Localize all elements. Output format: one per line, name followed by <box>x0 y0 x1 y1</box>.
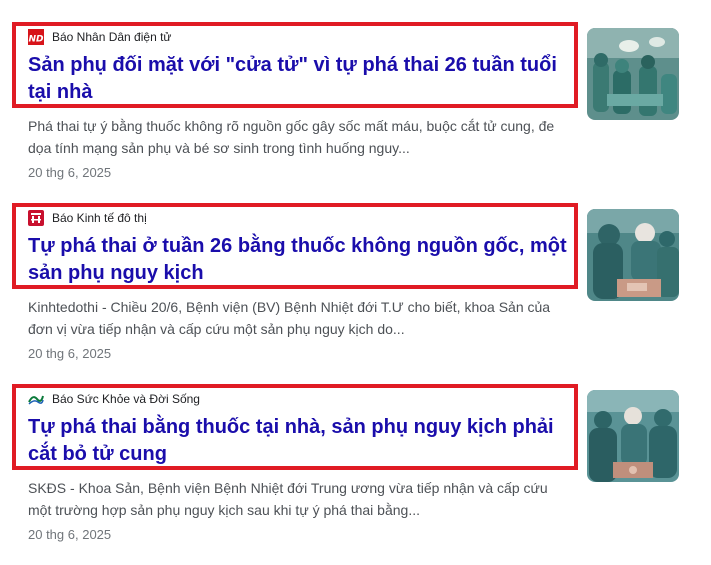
source-name: Báo Sức Khỏe và Đời Sống <box>52 392 200 406</box>
news-result-card: Báo Kinh tế đô thị Tự phá thai ở tuần 26… <box>0 181 711 362</box>
suc-khoe-doi-song-logo-icon <box>28 391 44 407</box>
thumbnail-image[interactable] <box>587 209 679 301</box>
headline-link[interactable]: Tự phá thai bằng thuốc tại nhà, sản phụ … <box>28 414 568 468</box>
news-result-card: Báo Sức Khỏe và Đời Sống Tự phá thai bằn… <box>0 362 711 543</box>
publish-date: 20 thg 6, 2025 <box>28 346 112 361</box>
snippet-text: Phá thai tự ý bằng thuốc không rõ nguồn … <box>28 118 555 156</box>
kinh-te-do-thi-logo-icon <box>28 210 44 226</box>
surgery-room-photo <box>587 28 679 120</box>
headline-link[interactable]: Sản phụ đối mặt với "cửa tử" vì tự phá t… <box>28 52 568 106</box>
surgeons-operating-photo <box>587 209 679 301</box>
thumbnail-image[interactable] <box>587 390 679 482</box>
snippet-text: Kinhtedothi - Chiều 20/6, Bệnh viện (BV)… <box>28 299 551 337</box>
publish-date: 20 thg 6, 2025 <box>28 165 112 180</box>
source-row[interactable]: Báo Kinh tế đô thị <box>28 210 147 226</box>
nhan-dan-logo-icon: ND <box>28 29 44 45</box>
news-results-list: ND Báo Nhân Dân điện tử Sản phụ đối mặt … <box>0 0 711 565</box>
svg-text:ND: ND <box>28 35 44 45</box>
snippet-text: SKĐS - Khoa Sản, Bệnh viện Bệnh Nhiệt đớ… <box>28 480 548 518</box>
surgery-team-photo <box>587 390 679 482</box>
thumbnail-image[interactable] <box>587 28 679 120</box>
source-name: Báo Kinh tế đô thị <box>52 211 147 225</box>
headline-link[interactable]: Tự phá thai ở tuần 26 bằng thuốc không n… <box>28 233 568 287</box>
source-row[interactable]: ND Báo Nhân Dân điện tử <box>28 29 171 45</box>
publish-date: 20 thg 6, 2025 <box>28 527 112 542</box>
source-name: Báo Nhân Dân điện tử <box>52 30 172 44</box>
source-row[interactable]: Báo Sức Khỏe và Đời Sống <box>28 391 200 407</box>
news-result-card: ND Báo Nhân Dân điện tử Sản phụ đối mặt … <box>0 0 711 181</box>
